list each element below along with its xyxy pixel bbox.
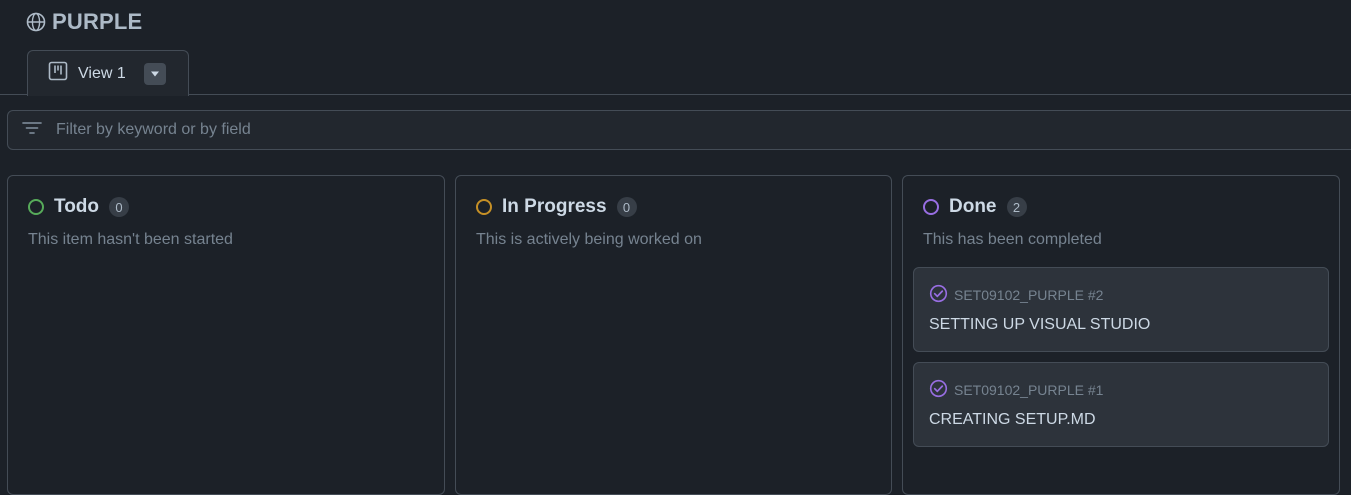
column-description: This has been completed <box>923 231 1102 248</box>
project-title-text: PURPLE <box>52 9 143 34</box>
filter-input[interactable] <box>54 120 1351 140</box>
column-title: In Progress <box>502 196 607 217</box>
card-reference: SET09102_PURPLE #1 <box>929 379 1103 401</box>
column-description: This item hasn't been started <box>28 231 233 248</box>
card-reference-text[interactable]: SET09102_PURPLE #2 <box>954 287 1103 303</box>
status-circle-icon <box>923 199 939 215</box>
column-header: In Progress 0 <box>476 196 637 218</box>
issue-closed-icon <box>929 284 948 306</box>
column-title: Todo <box>54 196 100 217</box>
column-description: This is actively being worked on <box>476 231 702 248</box>
table-board-icon <box>48 61 68 86</box>
tab-view-label: View 1 <box>78 64 126 82</box>
column-title: Done <box>949 196 997 217</box>
globe-icon <box>26 12 46 32</box>
filter-bar <box>7 110 1351 150</box>
card-title[interactable]: SETTING UP VISUAL STUDIO <box>929 316 1150 334</box>
card-reference: SET09102_PURPLE #2 <box>929 284 1103 306</box>
card-title[interactable]: CREATING SETUP.MD <box>929 411 1096 429</box>
column-todo: Todo 0 This item hasn't been started <box>7 175 445 495</box>
column-count-badge: 2 <box>1006 197 1027 217</box>
column-header: Todo 0 <box>28 196 130 218</box>
triangle-down-icon <box>150 71 159 76</box>
status-circle-icon <box>476 199 492 215</box>
project-header: PURPLE View 1 <box>0 0 1351 96</box>
column-count-badge: 0 <box>109 197 130 217</box>
status-circle-icon <box>28 199 44 215</box>
column-header: Done 2 <box>923 196 1027 218</box>
tab-view-1[interactable]: View 1 <box>27 50 189 96</box>
column-count-badge: 0 <box>616 197 637 217</box>
view-options-button[interactable] <box>143 62 166 85</box>
filter-icon <box>22 121 42 140</box>
column-done: Done 2 This has been completed SET09102_… <box>902 175 1340 495</box>
project-title: PURPLE <box>26 9 142 35</box>
column-in-progress: In Progress 0 This is actively being wor… <box>455 175 892 495</box>
issue-card[interactable]: SET09102_PURPLE #2 SETTING UP VISUAL STU… <box>913 267 1329 352</box>
issue-closed-icon <box>929 379 948 401</box>
issue-card[interactable]: SET09102_PURPLE #1 CREATING SETUP.MD <box>913 362 1329 447</box>
card-reference-text[interactable]: SET09102_PURPLE #1 <box>954 382 1103 398</box>
